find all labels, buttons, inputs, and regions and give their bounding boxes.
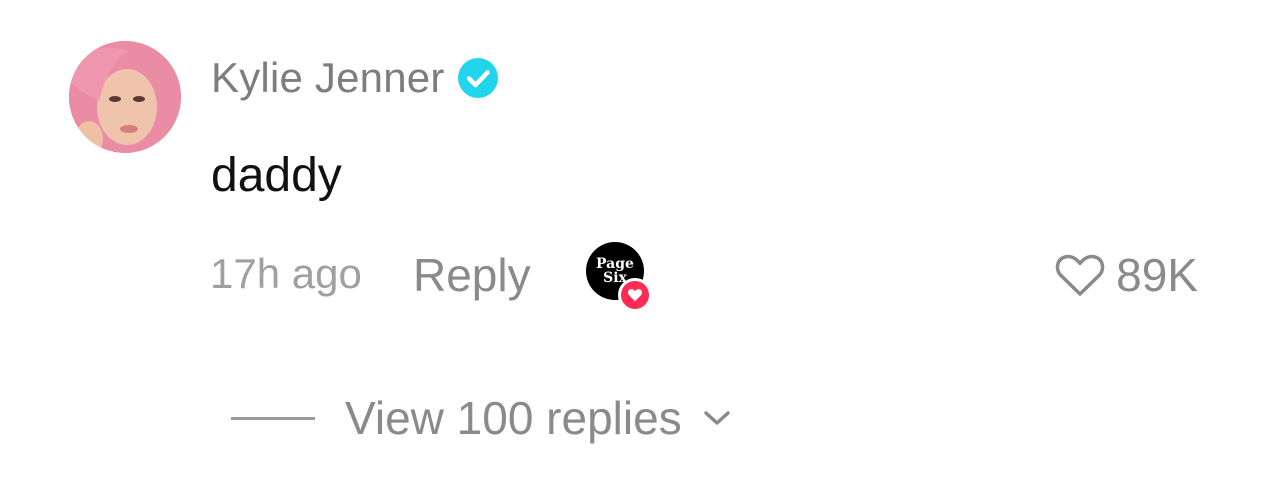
- view-replies-button[interactable]: View 100 replies: [231, 388, 732, 448]
- comment-text: daddy: [211, 149, 342, 202]
- comment-actions-row: 17h ago Reply Page Six 89K: [210, 242, 1210, 312]
- heart-filled-icon: [618, 278, 652, 312]
- comment-item: Kylie Jenner daddy 17h ago Reply Page Si…: [0, 0, 1280, 500]
- view-replies-label: View 100 replies: [345, 392, 682, 444]
- timestamp: 17h ago: [210, 250, 362, 297]
- reply-button[interactable]: Reply: [413, 248, 531, 302]
- username[interactable]: Kylie Jenner: [211, 54, 445, 102]
- logo-line-1: Page: [596, 256, 634, 272]
- chevron-down-icon: [703, 411, 730, 425]
- liked-by-creator-badge[interactable]: Page Six: [586, 242, 666, 312]
- replies-divider: [231, 416, 315, 420]
- like-count: 89K: [1116, 249, 1198, 301]
- avatar[interactable]: [69, 41, 181, 153]
- like-button[interactable]: 89K: [1054, 248, 1198, 302]
- heart-outline-icon: [1055, 254, 1105, 296]
- avatar-image: [69, 41, 181, 153]
- verified-check-icon: [457, 57, 499, 99]
- username-row: Kylie Jenner: [211, 52, 499, 104]
